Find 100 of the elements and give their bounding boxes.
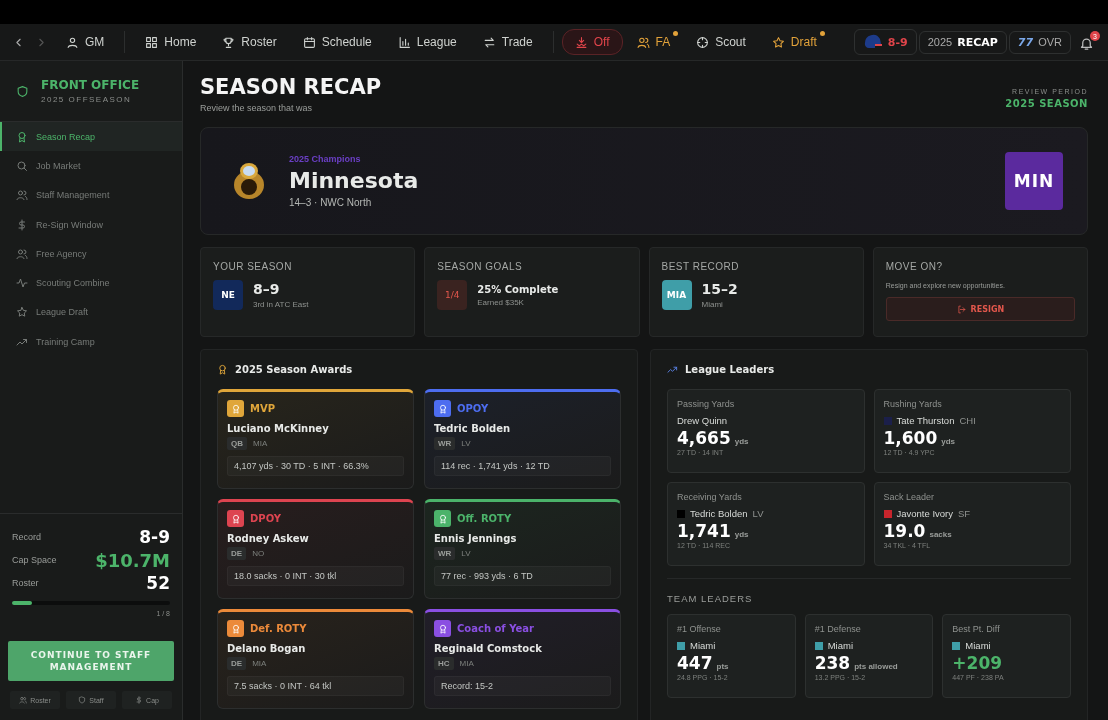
people-icon xyxy=(19,696,28,704)
stat-unit: sacks xyxy=(929,530,952,539)
team-badge: MIA xyxy=(661,280,692,310)
award-stats: 7.5 sacks · 0 INT · 64 tkl xyxy=(227,676,404,696)
nav-tab[interactable]: Draft xyxy=(759,30,829,54)
logout-icon xyxy=(956,304,966,314)
team-badge: NE xyxy=(213,280,243,310)
stat-value: +209 xyxy=(952,653,1003,673)
stat-unit: pts allowed xyxy=(854,662,898,671)
stat-value: 238 xyxy=(814,653,851,673)
people-icon xyxy=(636,35,650,49)
ribbon-icon xyxy=(230,513,241,524)
team-abbr: LV xyxy=(752,508,764,519)
sidebar-item[interactable]: Job Market xyxy=(0,151,182,181)
bell-icon xyxy=(1079,36,1094,51)
card-title: MOVE ON? xyxy=(885,261,944,272)
nav-tab[interactable]: FA xyxy=(624,30,683,54)
award-title: Off. ROTY xyxy=(457,513,512,524)
team-badge: 1/4 xyxy=(437,280,468,310)
sidebar-item[interactable]: League Draft xyxy=(0,297,182,328)
stat-unit: yds xyxy=(734,530,749,539)
position-tag: HC xyxy=(434,657,454,670)
stat-unit: yds xyxy=(734,437,749,446)
ribbon-icon xyxy=(230,403,241,414)
team-abbr: MIA xyxy=(253,439,268,448)
ring-icon xyxy=(231,161,267,201)
team-abbr: MIA xyxy=(459,659,474,668)
pulse-icon xyxy=(16,277,28,290)
recap-chip[interactable]: 2025 RECAP xyxy=(918,30,1007,54)
nav-tab[interactable]: Scout xyxy=(684,30,758,54)
bar-chart-icon xyxy=(397,35,411,49)
nav-tab[interactable]: Schedule xyxy=(290,30,384,54)
sidebar-subtitle: 2025 OFFSEASON xyxy=(41,95,133,104)
star-icon xyxy=(16,306,28,319)
team-abbr: CHI xyxy=(959,415,976,426)
page-title: SEASON RECAP xyxy=(200,75,382,99)
stat-label: Cap Space xyxy=(12,555,57,566)
dollar-icon xyxy=(135,696,144,704)
section-title: TEAM LEADERS xyxy=(667,593,754,604)
resign-button[interactable]: RESIGN xyxy=(885,297,1075,321)
sidebar-item[interactable]: Scouting Combine xyxy=(0,268,182,298)
player-name: Reginald Comstock xyxy=(434,643,543,654)
continue-button[interactable]: CONTINUE TO STAFF MANAGEMENT xyxy=(8,640,174,681)
ribbon-icon xyxy=(230,623,241,634)
stat-unit: pts xyxy=(716,662,729,671)
crosshair-icon xyxy=(696,35,710,49)
position-tag: QB xyxy=(227,437,247,450)
search-icon xyxy=(16,159,28,172)
team-abbr: MIA xyxy=(252,659,267,668)
sidebar-item[interactable]: Free Agency xyxy=(0,239,182,269)
panel-title: League Leaders xyxy=(685,364,775,375)
champion-detail: 14–3 · NWC North xyxy=(289,197,373,208)
sidebar-item[interactable]: Season Recap xyxy=(0,122,182,152)
nav-tab[interactable]: Roster xyxy=(210,30,289,54)
award-stats: Record: 15-2 xyxy=(434,676,611,696)
shield-icon xyxy=(16,84,29,98)
stat-value: $10.7M xyxy=(95,549,170,571)
card-title: BEST RECORD xyxy=(661,261,741,272)
category-label: Best Pt. Diff xyxy=(952,624,1001,634)
card-value: 25% Complete xyxy=(477,283,559,295)
nav-tab[interactable]: Off xyxy=(561,29,623,55)
grid-icon xyxy=(145,35,159,49)
sidebar-title: FRONT OFFICE xyxy=(41,78,140,92)
nav-tab[interactable]: GM xyxy=(54,30,117,54)
ribbon-icon xyxy=(437,513,448,524)
position-tag: DE xyxy=(227,657,247,670)
team-badge: MIN xyxy=(1005,152,1063,210)
nav-tab[interactable]: League xyxy=(385,30,469,54)
people-icon xyxy=(16,247,28,260)
card-value: 8–9 xyxy=(253,281,281,297)
nav-tab[interactable]: Home xyxy=(133,30,209,54)
category-label: #1 Defense xyxy=(814,624,862,634)
leader-name: Javonte Ivory xyxy=(896,508,953,519)
card-detail: Earned $35K xyxy=(477,297,525,307)
award-title: MVP xyxy=(250,403,276,414)
team-record-chip[interactable]: 8-9 xyxy=(853,29,917,55)
champion-team: Minnesota xyxy=(289,168,419,193)
stat-value: 447 xyxy=(677,653,713,673)
sidebar-item[interactable]: Staff Management xyxy=(0,180,182,210)
stat-label: Roster xyxy=(12,578,39,589)
overall-rating-chip[interactable]: 77 OVR xyxy=(1008,30,1071,54)
award-title: OPOY xyxy=(457,403,489,414)
card-detail: 3rd in ATC East xyxy=(253,300,309,309)
award-stats: 114 rec · 1,741 yds · 12 TD xyxy=(434,456,611,476)
position-tag: WR xyxy=(434,547,456,560)
nav-tab[interactable]: Trade xyxy=(470,30,545,54)
sidebar-item[interactable]: Training Camp xyxy=(0,327,182,357)
team-abbr: LV xyxy=(461,549,471,558)
leader-name: Tedric Bolden xyxy=(690,508,748,519)
card-value: 15–2 xyxy=(701,281,738,297)
ribbon-icon xyxy=(217,364,228,375)
stat-value: 19.0 xyxy=(883,521,926,541)
dollar-icon xyxy=(16,218,28,231)
card-title: YOUR SEASON xyxy=(213,261,293,272)
leader-name: Miami xyxy=(965,640,991,651)
leader-name: Tate Thurston xyxy=(896,415,955,426)
sidebar-item[interactable]: Re-Sign Window xyxy=(0,209,182,240)
star-icon xyxy=(771,35,785,49)
stat-value: 8-9 xyxy=(139,527,170,548)
period-value: 2025 SEASON xyxy=(1005,98,1088,109)
